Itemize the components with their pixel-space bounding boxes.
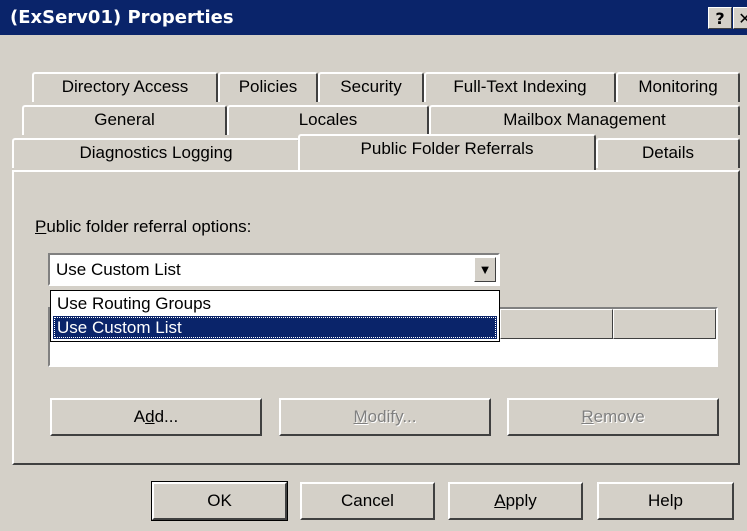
tab-monitoring[interactable]: Monitoring [616,72,740,102]
referral-options-combo[interactable]: Use Custom List ▼ [48,253,500,286]
referral-options-label: Public folder referral options: [35,217,252,236]
remove-button[interactable]: Remove [507,398,719,436]
tab-mailbox-management[interactable]: Mailbox Management [429,105,740,135]
tab-full-text-indexing[interactable]: Full-Text Indexing [424,72,616,102]
add-button[interactable]: Add... [50,398,262,436]
ok-button[interactable]: OK [151,481,288,521]
tab-general[interactable]: General [22,105,227,135]
option-use-routing-groups[interactable]: Use Routing Groups [53,292,497,315]
tab-security[interactable]: Security [318,72,424,102]
referral-options-dropdown[interactable]: Use Routing Groups Use Custom List [50,290,500,342]
help-icon[interactable]: ? [708,7,732,29]
help-button[interactable]: Help [597,482,734,520]
dropdown-arrow-icon[interactable]: ▼ [474,257,496,282]
window-title: (ExServ01) Properties [10,7,234,28]
tab-details[interactable]: Details [596,138,740,168]
combo-selected-value: Use Custom List [56,260,181,279]
cancel-button[interactable]: Cancel [300,482,435,520]
tab-directory-access[interactable]: Directory Access [32,72,218,102]
tab-locales[interactable]: Locales [227,105,429,135]
tab-public-folder-referrals[interactable]: Public Folder Referrals [298,134,596,170]
tab-diagnostics-logging[interactable]: Diagnostics Logging [12,138,300,168]
properties-dialog: (ExServ01) Properties ? ✕ Directory Acce… [0,0,747,531]
list-column-header[interactable] [613,309,716,339]
tab-policies[interactable]: Policies [218,72,318,102]
list-column-header[interactable] [500,309,613,339]
close-icon[interactable]: ✕ [733,7,747,29]
apply-button[interactable]: Apply [448,482,583,520]
option-use-custom-list[interactable]: Use Custom List [53,316,497,339]
title-bar[interactable]: (ExServ01) Properties ? ✕ [0,0,747,35]
modify-button[interactable]: Modify... [279,398,491,436]
